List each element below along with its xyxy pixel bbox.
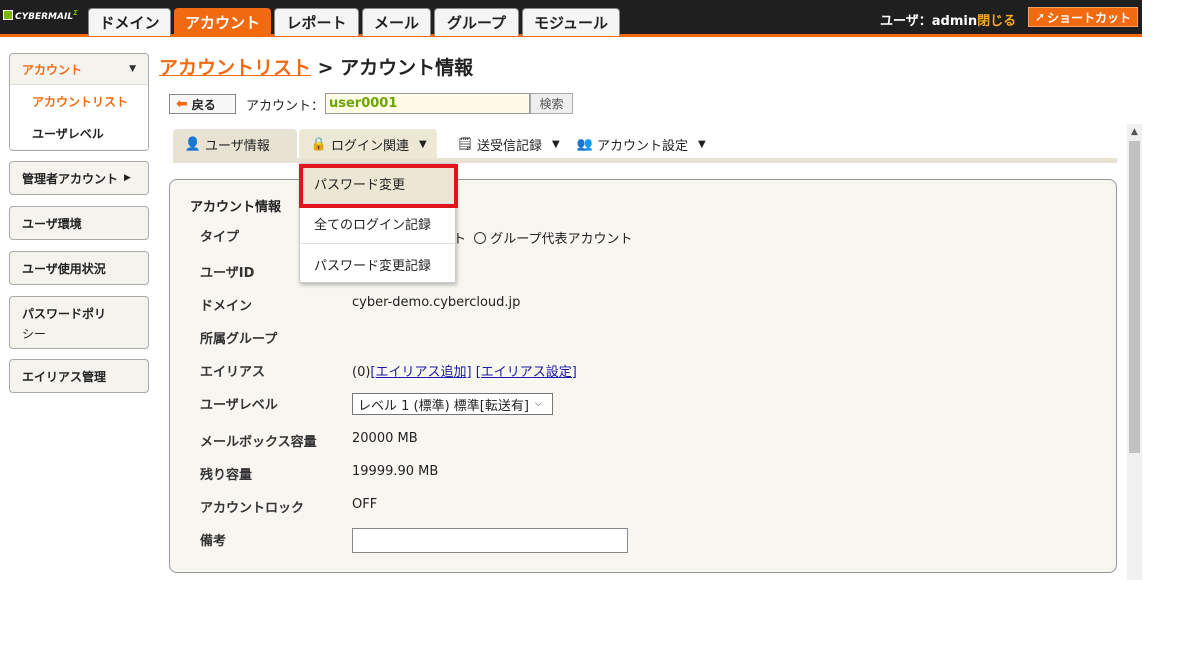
scroll-thumb[interactable]: [1129, 141, 1140, 453]
menu-item-all-login-records[interactable]: 全てのログイン記録: [300, 204, 455, 244]
chevron-down-icon: ⌵: [534, 399, 542, 409]
user-label: ユーザ：admin: [880, 14, 978, 29]
sidebar-item-user-level[interactable]: ユーザレベル: [10, 117, 148, 149]
highlight-box: [299, 164, 458, 208]
tab-module[interactable]: モジュール: [522, 8, 620, 36]
scroll-up-icon[interactable]: ▲: [1127, 124, 1142, 139]
page-title: アカウント情報: [340, 57, 474, 79]
chevron-down-icon: ▼: [698, 138, 706, 150]
shortcut-arrow-icon: ➚: [1034, 10, 1046, 24]
user-info: ユーザ：admin閉じる: [880, 10, 1016, 29]
back-button[interactable]: ⬅ 戻る: [169, 94, 236, 114]
radio-group-account-label: グループ代表アカウント: [490, 232, 633, 247]
tab-report[interactable]: レポート: [274, 8, 359, 36]
tab-user-info[interactable]: 👤 ユーザ情報: [173, 129, 297, 159]
radio-group-account[interactable]: [474, 232, 487, 244]
account-input[interactable]: user0001: [325, 93, 530, 114]
sidebar-account-header[interactable]: アカウント ▼: [10, 54, 148, 85]
back-arrow-icon: ⬅: [176, 96, 188, 112]
remarks-label: 備考: [200, 534, 227, 549]
tab-login[interactable]: 🔒 ログイン関連 ▼: [299, 129, 437, 159]
tab-mail-log[interactable]: 🗒 送受信記録 ▼: [445, 129, 561, 159]
type-value: ト グループ代表アカウント: [453, 232, 633, 247]
user-id-label: ユーザID: [200, 266, 255, 281]
tab-domain[interactable]: ドメイン: [88, 8, 171, 36]
section-title: アカウント情報: [190, 200, 282, 215]
lock-value: OFF: [352, 497, 378, 512]
scrollbar[interactable]: ▲: [1127, 124, 1142, 580]
group-label: 所属グループ: [200, 332, 278, 347]
breadcrumb: アカウントリスト > アカウント情報: [159, 57, 474, 79]
sidebar-account-group: アカウント ▼ アカウントリスト ユーザレベル: [9, 53, 149, 151]
remaining-value: 19999.90 MB: [352, 464, 439, 479]
user-level-select[interactable]: レベル 1 (標準) 標準[転送有] ⌵: [352, 393, 553, 415]
remaining-label: 残り容量: [200, 468, 253, 483]
mailbox-label: メールボックス容量: [200, 435, 317, 450]
alias-value: (0)[エイリアス追加] [エイリアス設定]: [352, 365, 577, 380]
user-icon: 👤: [184, 136, 202, 152]
chevron-down-icon: ▼: [129, 64, 136, 74]
sidebar-item-account-list[interactable]: アカウントリスト: [10, 85, 148, 117]
logo-icon: [3, 10, 13, 20]
sidebar-item-password-policy[interactable]: パスワードポリ シー: [9, 296, 149, 349]
shortcut-button[interactable]: ➚ ショートカット: [1028, 7, 1138, 27]
type-label: タイプ: [200, 230, 240, 245]
tab-account-settings[interactable]: 👥 アカウント設定 ▼: [565, 129, 715, 159]
lock-label: アカウントロック: [200, 501, 305, 516]
tab-group[interactable]: グループ: [434, 8, 519, 36]
breadcrumb-account-list-link[interactable]: アカウントリスト: [159, 57, 311, 79]
mailbox-value: 20000 MB: [352, 431, 418, 446]
chevron-down-icon: ▼: [552, 138, 560, 150]
mail-log-icon: 🗒: [456, 136, 474, 152]
sidebar-item-alias-mgmt[interactable]: エイリアス管理: [9, 359, 149, 393]
app-logo: CYBERMAILΣ: [3, 8, 78, 22]
lock-icon: 🔒: [310, 136, 328, 152]
chevron-down-icon: ▼: [419, 138, 427, 150]
subtab-bar: 👤 ユーザ情報 🔒 ログイン関連 ▼ 🗒 送受信記録 ▼ 👥 アカウント設定 ▼: [173, 129, 1117, 163]
alias-label: エイリアス: [200, 365, 266, 380]
domain-value: cyber-demo.cybercloud.jp: [352, 295, 521, 310]
menu-item-password-change-records[interactable]: パスワード変更記録: [300, 244, 455, 284]
alias-add-link[interactable]: [エイリアス追加]: [370, 365, 471, 380]
tab-mail[interactable]: メール: [362, 8, 431, 36]
users-icon: 👥: [576, 136, 594, 152]
account-label: アカウント：: [246, 99, 325, 114]
user-level-label: ユーザレベル: [200, 398, 278, 413]
chevron-right-icon: ▶: [124, 173, 131, 183]
remarks-input[interactable]: [352, 528, 628, 553]
close-link[interactable]: 閉じる: [977, 14, 1016, 29]
search-button[interactable]: 検索: [530, 93, 573, 114]
sidebar-item-user-usage[interactable]: ユーザ使用状況: [9, 251, 149, 285]
sidebar-item-admin-account[interactable]: 管理者アカウント ▶: [9, 161, 149, 195]
alias-settings-link[interactable]: [エイリアス設定]: [476, 365, 577, 380]
domain-label: ドメイン: [200, 299, 253, 314]
tab-account[interactable]: アカウント: [174, 8, 271, 36]
sidebar-item-user-env[interactable]: ユーザ環境: [9, 206, 149, 240]
